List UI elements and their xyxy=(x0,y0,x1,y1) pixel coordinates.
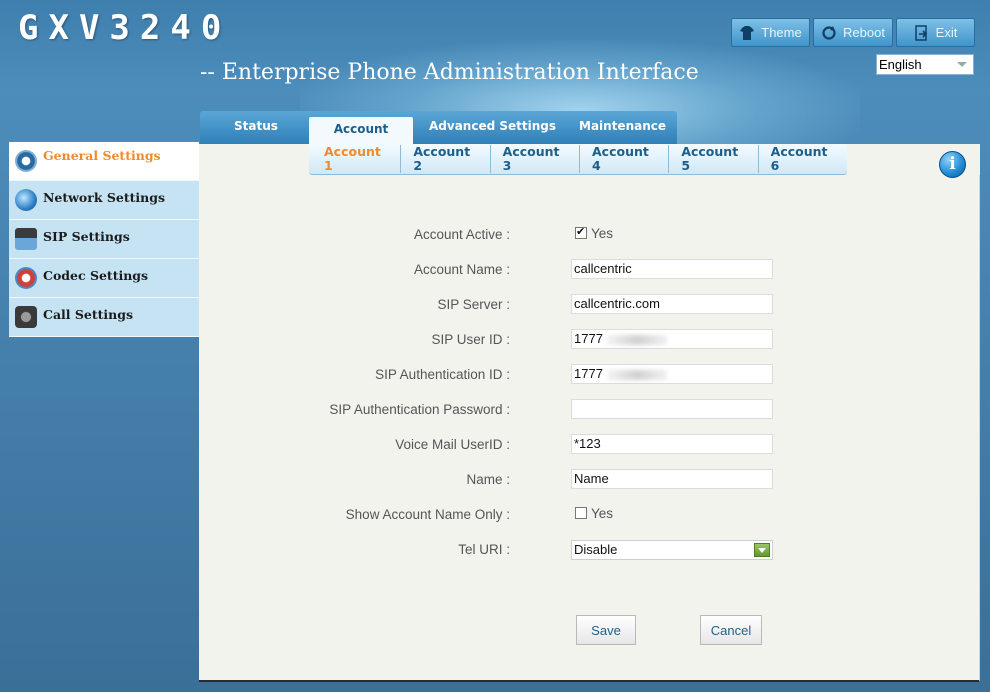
tel-uri-select[interactable]: Disable xyxy=(571,540,773,560)
voice-mail-userid-field[interactable]: *123 xyxy=(571,434,773,454)
account-active-label: Account Active : xyxy=(413,227,510,242)
subtab-account-3[interactable]: Account 3 xyxy=(491,145,580,173)
name-field[interactable]: Name xyxy=(571,469,773,489)
show-account-name-only-checkbox[interactable] xyxy=(575,507,587,519)
sidebar-item-label: SIP Settings xyxy=(43,228,130,244)
save-button[interactable]: Save xyxy=(576,615,636,645)
exit-button[interactable]: Exit xyxy=(896,18,975,47)
cancel-button[interactable]: Cancel xyxy=(700,615,762,645)
exit-icon xyxy=(914,24,930,41)
sip-user-id-value: 1777 xyxy=(574,331,603,346)
sip-user-id-field[interactable]: 1777 xyxy=(571,329,773,349)
account-active-option: Yes xyxy=(591,226,614,241)
subtab-account-5[interactable]: Account 5 xyxy=(669,145,759,173)
sidebar-item-general-settings[interactable]: General Settings xyxy=(9,142,199,181)
shirt-icon xyxy=(739,25,755,41)
sidebar: General Settings Network Settings SIP Se… xyxy=(9,142,199,337)
account-name-label: Account Name : xyxy=(413,262,510,277)
show-account-name-only-option: Yes xyxy=(591,506,614,521)
chevron-down-icon xyxy=(957,62,967,67)
tab-status[interactable]: Status xyxy=(234,119,278,133)
theme-button[interactable]: Theme xyxy=(731,18,810,47)
sidebar-item-codec-settings[interactable]: Codec Settings xyxy=(9,259,199,298)
sip-auth-password-field[interactable] xyxy=(571,399,773,419)
network-globe-icon xyxy=(15,189,37,211)
voice-mail-userid-label: Voice Mail UserID : xyxy=(395,437,510,452)
redacted-blur xyxy=(606,369,667,380)
sip-auth-id-label: SIP Authentication ID : xyxy=(375,367,510,382)
account-subtabs: Account 1 Account 2 Account 3 Account 4 … xyxy=(309,144,847,175)
language-select-value: English xyxy=(879,57,922,72)
sip-user-id-label: SIP User ID : xyxy=(431,332,510,347)
content-panel xyxy=(199,175,980,682)
page-subtitle: -- Enterprise Phone Administration Inter… xyxy=(200,60,699,85)
account-name-field[interactable]: callcentric xyxy=(571,259,773,279)
language-select[interactable]: English xyxy=(876,54,974,75)
sip-server-icon xyxy=(15,228,37,250)
tab-maintenance[interactable]: Maintenance xyxy=(579,119,666,133)
redacted-blur xyxy=(606,334,667,345)
subtab-account-4[interactable]: Account 4 xyxy=(580,145,670,173)
sip-auth-password-label: SIP Authentication Password : xyxy=(329,402,510,417)
codec-icon xyxy=(15,267,37,289)
sidebar-item-label: Call Settings xyxy=(43,306,134,322)
tab-account[interactable]: Account xyxy=(309,117,413,147)
name-label: Name : xyxy=(466,472,510,487)
sidebar-item-network-settings[interactable]: Network Settings xyxy=(9,181,199,220)
sip-server-label: SIP Server : xyxy=(437,297,510,312)
sidebar-item-label: Network Settings xyxy=(43,189,165,205)
sip-auth-id-field[interactable]: 1777 xyxy=(571,364,773,384)
sidebar-item-label: General Settings xyxy=(43,147,161,163)
tel-uri-value: Disable xyxy=(574,542,618,557)
reboot-button[interactable]: Reboot xyxy=(813,18,893,47)
reboot-button-label: Reboot xyxy=(843,25,885,40)
subtab-account-6[interactable]: Account 6 xyxy=(759,145,847,173)
reboot-icon xyxy=(821,25,837,41)
exit-button-label: Exit xyxy=(935,25,958,40)
show-account-name-only-label: Show Account Name Only : xyxy=(345,507,510,522)
tab-advanced-settings[interactable]: Advanced Settings xyxy=(429,119,556,133)
info-icon[interactable]: i xyxy=(939,151,966,178)
theme-button-label: Theme xyxy=(761,25,802,40)
main-tabs: Status Account Advanced Settings Mainten… xyxy=(200,111,677,147)
sidebar-item-call-settings[interactable]: Call Settings xyxy=(9,298,199,337)
subtab-account-1[interactable]: Account 1 xyxy=(309,145,402,173)
subtab-account-2[interactable]: Account 2 xyxy=(401,145,491,173)
sip-server-field[interactable]: callcentric.com xyxy=(571,294,773,314)
sidebar-item-label: Codec Settings xyxy=(43,267,149,283)
sip-auth-id-value: 1777 xyxy=(574,366,603,381)
account-active-checkbox[interactable] xyxy=(575,225,587,239)
tel-uri-label: Tel URI : xyxy=(458,542,510,557)
chevron-down-icon xyxy=(754,543,770,557)
telephone-icon xyxy=(15,306,37,328)
sidebar-item-sip-settings[interactable]: SIP Settings xyxy=(9,220,199,259)
logo: GXV3240 xyxy=(18,8,232,48)
gear-icon xyxy=(15,150,37,172)
